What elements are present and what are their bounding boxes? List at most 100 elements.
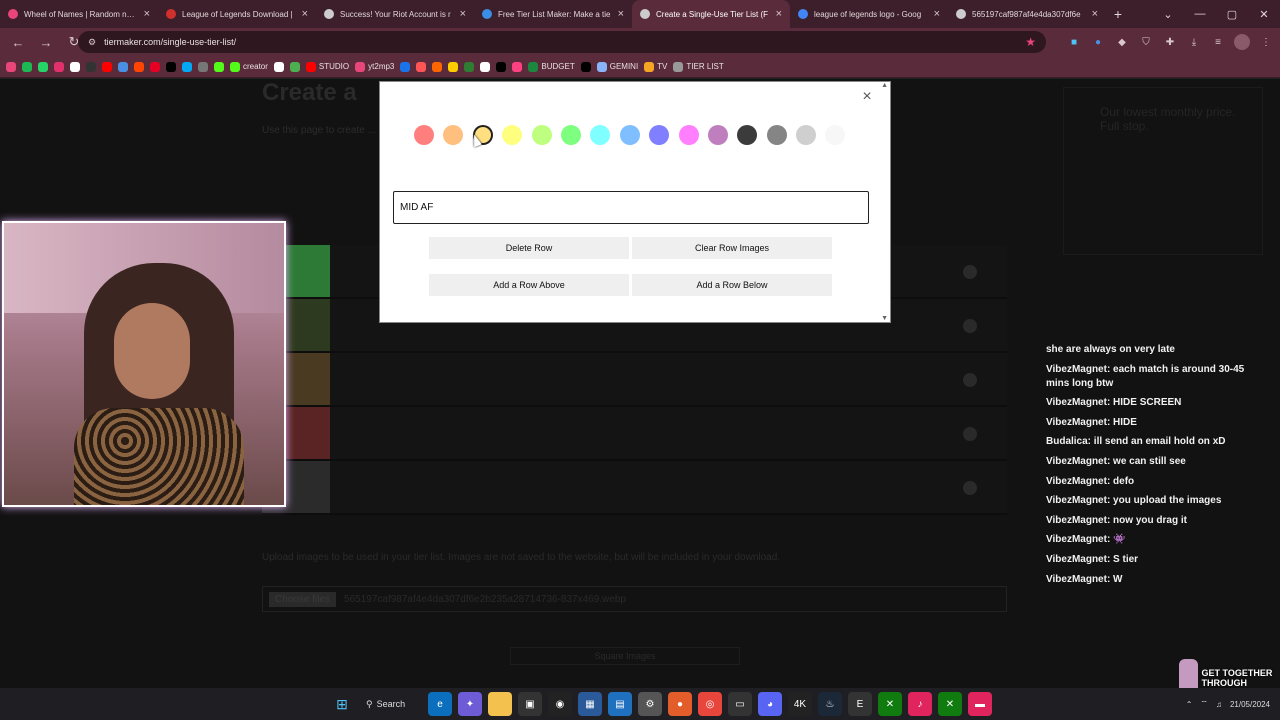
bookmark-item[interactable]: GEMINI xyxy=(596,61,638,72)
app-icon[interactable]: ▬ xyxy=(968,692,992,716)
app-icon[interactable]: ▣ xyxy=(518,692,542,716)
extension-icon[interactable]: ⛉ xyxy=(1138,34,1154,50)
copilot-icon[interactable]: ✦ xyxy=(458,692,482,716)
clock-date[interactable]: 21/05/2024 xyxy=(1230,700,1270,709)
app-icon[interactable]: 4K xyxy=(788,692,812,716)
browser-tab[interactable]: Free Tier List Maker: Make a tie × xyxy=(474,0,632,28)
close-icon[interactable]: × xyxy=(860,88,874,105)
profile-avatar[interactable] xyxy=(1234,34,1250,50)
bookmark-item[interactable] xyxy=(416,61,427,72)
color-swatch[interactable] xyxy=(737,125,758,145)
delete-row-button[interactable]: Delete Row xyxy=(429,237,629,259)
color-swatch[interactable] xyxy=(766,125,787,145)
extension-icon[interactable]: ● xyxy=(1090,34,1106,50)
color-swatch[interactable] xyxy=(531,125,552,145)
steam-icon[interactable]: ♨ xyxy=(818,692,842,716)
edge-icon[interactable]: e xyxy=(428,692,452,716)
bookmark-item[interactable] xyxy=(273,61,284,72)
bookmark-item[interactable] xyxy=(400,61,411,72)
bookmark-item[interactable] xyxy=(464,61,475,72)
bookmark-item[interactable] xyxy=(86,61,96,72)
color-swatch[interactable] xyxy=(649,125,670,145)
extension-icon[interactable]: ■ xyxy=(1066,34,1082,50)
volume-icon[interactable]: ♫ xyxy=(1216,700,1222,709)
discord-icon[interactable]: ◕ xyxy=(758,692,782,716)
xbox-icon[interactable]: ✕ xyxy=(878,692,902,716)
bookmark-item[interactable] xyxy=(182,61,192,72)
chevron-down-icon[interactable]: ⌄ xyxy=(1152,0,1184,28)
address-bar[interactable]: ⚙ tiermaker.com/single-use-tier-list/ ★ xyxy=(78,31,1046,53)
row-settings-gear-icon[interactable] xyxy=(963,319,977,333)
tiktok-icon[interactable]: ♪ xyxy=(908,692,932,716)
tab-close-icon[interactable]: × xyxy=(934,8,940,20)
taskbar-search[interactable]: ⚲ Search xyxy=(360,692,422,716)
row-name-input[interactable] xyxy=(393,191,869,224)
row-settings-gear-icon[interactable] xyxy=(963,265,977,279)
color-swatch[interactable] xyxy=(707,125,728,145)
bookmark-item[interactable]: yt2mp3 xyxy=(355,61,394,72)
row-settings-gear-icon[interactable] xyxy=(963,373,977,387)
windows-start-icon[interactable]: ⊞ xyxy=(330,692,354,716)
store-icon[interactable]: ▤ xyxy=(608,692,632,716)
bookmark-item[interactable] xyxy=(198,61,208,72)
bookmark-item[interactable] xyxy=(102,61,112,72)
obs-icon[interactable]: ◉ xyxy=(548,692,572,716)
media-icon[interactable]: ≡ xyxy=(1210,34,1226,50)
color-swatch[interactable] xyxy=(443,125,464,145)
bookmark-item[interactable] xyxy=(134,61,144,72)
browser-tab[interactable]: Wheel of Names | Random nam × xyxy=(0,0,158,28)
color-swatch[interactable] xyxy=(825,125,846,145)
bookmark-item[interactable] xyxy=(38,61,48,72)
bookmark-item[interactable] xyxy=(512,61,523,72)
settings-icon[interactable]: ⚙ xyxy=(638,692,662,716)
choose-files-button[interactable]: Choose files xyxy=(269,591,337,607)
file-explorer-icon[interactable] xyxy=(488,692,512,716)
tab-close-icon[interactable]: × xyxy=(1092,8,1098,20)
tier-drop-zone[interactable] xyxy=(330,353,1007,405)
row-settings-gear-icon[interactable] xyxy=(963,481,977,495)
bookmark-item[interactable] xyxy=(22,61,32,72)
bookmark-item[interactable] xyxy=(6,61,16,72)
bookmark-item[interactable] xyxy=(580,61,591,72)
bookmark-item[interactable] xyxy=(166,61,176,72)
wifi-icon[interactable]: ⌔ xyxy=(1200,699,1208,709)
more-menu-icon[interactable]: ⋮ xyxy=(1258,34,1274,50)
app-icon[interactable]: ▦ xyxy=(578,692,602,716)
app-icon[interactable]: ▭ xyxy=(728,692,752,716)
extension-icon[interactable]: ◆ xyxy=(1114,34,1130,50)
forward-icon[interactable]: → xyxy=(34,30,58,54)
bookmark-item[interactable]: creator xyxy=(230,61,268,72)
tab-close-icon[interactable]: × xyxy=(302,8,308,20)
color-swatch[interactable] xyxy=(414,125,434,145)
bookmark-item[interactable] xyxy=(289,61,300,72)
bookmark-item[interactable]: BUDGET xyxy=(528,61,575,72)
tier-drop-zone[interactable] xyxy=(330,407,1007,459)
bookmark-item[interactable] xyxy=(54,61,64,72)
color-swatch[interactable] xyxy=(502,125,523,145)
bookmark-item[interactable]: TV xyxy=(644,61,667,72)
square-images-select[interactable]: Square Images xyxy=(510,647,740,665)
color-swatch[interactable] xyxy=(590,125,611,145)
chrome-icon[interactable]: ◎ xyxy=(698,692,722,716)
tier-drop-zone[interactable] xyxy=(330,461,1007,513)
scroll-up-icon[interactable]: ▲ xyxy=(881,82,888,89)
site-info-icon[interactable]: ⚙ xyxy=(88,37,96,48)
puzzle-icon[interactable]: ✚ xyxy=(1162,34,1178,50)
browser-tab[interactable]: 565197caf987af4e4da307df6e × xyxy=(948,0,1106,28)
bookmark-item[interactable]: TIER LIST xyxy=(673,61,724,72)
minimize-button[interactable]: — xyxy=(1184,0,1216,28)
tab-close-icon[interactable]: × xyxy=(618,8,624,20)
browser-tab[interactable]: Create a Single-Use Tier List (F × xyxy=(632,0,790,28)
bookmark-star-icon[interactable]: ★ xyxy=(1025,35,1036,49)
add-row-below-button[interactable]: Add a Row Below xyxy=(632,274,832,296)
xbox-icon[interactable]: ✕ xyxy=(938,692,962,716)
app-icon[interactable]: ● xyxy=(668,692,692,716)
color-swatch[interactable] xyxy=(678,125,699,145)
color-swatch[interactable] xyxy=(796,125,817,145)
back-icon[interactable]: ← xyxy=(6,30,30,54)
bookmark-item[interactable] xyxy=(448,61,459,72)
download-icon[interactable]: ⤓ xyxy=(1186,34,1202,50)
color-swatch[interactable] xyxy=(560,125,581,145)
bookmark-item[interactable] xyxy=(432,61,443,72)
tab-close-icon[interactable]: × xyxy=(460,8,466,20)
